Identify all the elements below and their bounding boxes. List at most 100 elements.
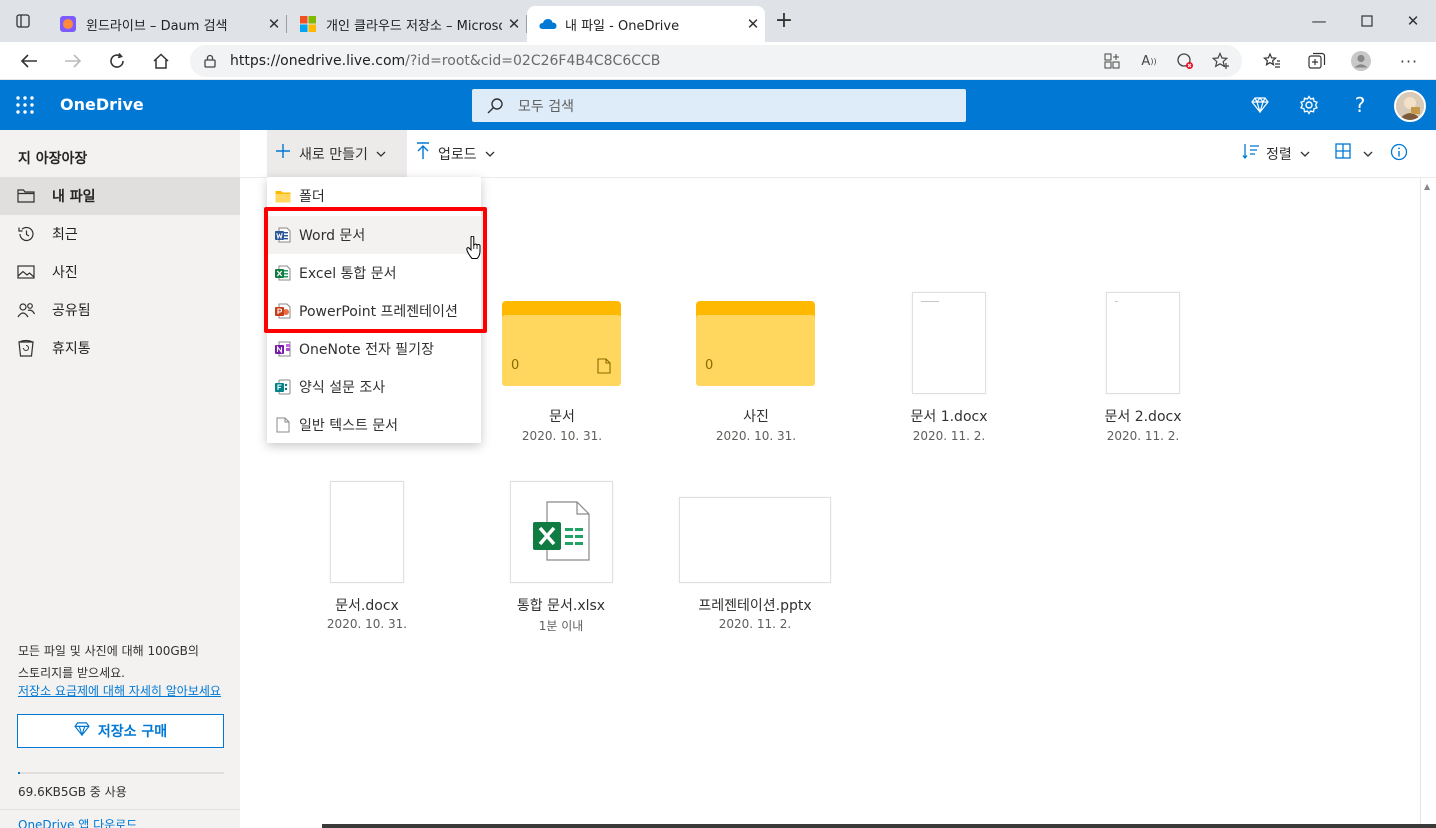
document-glyph-icon bbox=[597, 358, 611, 378]
premium-diamond-icon[interactable] bbox=[1247, 92, 1273, 118]
tab-title: 윈드라이브 – Daum 검색 bbox=[86, 18, 228, 34]
search-box[interactable]: 모두 검색 bbox=[472, 89, 966, 122]
file-date: 2020. 10. 31. bbox=[521, 429, 603, 443]
browser-nav-bar: https://onedrive.live.com/?id=root&cid=0… bbox=[0, 42, 1436, 80]
menu-item-onenote[interactable]: OneNote 전자 필기장 bbox=[267, 330, 481, 368]
folder-icon bbox=[0, 189, 52, 203]
more-options-icon[interactable]: ··· bbox=[1394, 46, 1424, 76]
excel-icon bbox=[533, 500, 591, 566]
new-label: 새로 만들기 bbox=[299, 146, 368, 163]
url-path: /?id=root&cid=02C26F4B4C8C6CCB bbox=[405, 53, 661, 69]
sidebar-item-label: 최근 bbox=[52, 227, 78, 243]
sidebar-item-label: 공유됨 bbox=[52, 303, 91, 319]
microsoft-icon bbox=[300, 16, 316, 32]
upload-button[interactable]: 업로드 bbox=[416, 130, 516, 177]
file-tile-docx[interactable]: 문서 2.docx 2020. 11. 2. bbox=[1068, 292, 1218, 452]
file-date: 2020. 11. 2. bbox=[1106, 429, 1180, 443]
browser-tab-microsoft[interactable]: 개인 클라우드 저장소 – Microsoft ✕ bbox=[288, 6, 527, 42]
app-launcher-icon[interactable] bbox=[15, 95, 35, 115]
sidebar-item-recycle-bin[interactable]: 휴지통 bbox=[0, 329, 240, 367]
download-app-link[interactable]: OneDrive 앱 다운로드 bbox=[18, 816, 137, 828]
file-name: 통합 문서.xlsx bbox=[516, 598, 606, 614]
search-icon bbox=[472, 97, 518, 115]
info-icon bbox=[1390, 143, 1408, 165]
file-tile-docx[interactable]: 문서.docx 2020. 10. 31. bbox=[292, 481, 442, 641]
recycle-bin-icon bbox=[0, 339, 52, 357]
forms-icon bbox=[267, 379, 299, 395]
back-button[interactable] bbox=[14, 46, 44, 76]
document-thumbnail bbox=[330, 481, 404, 583]
sidebar-item-recent[interactable]: 최근 bbox=[0, 215, 240, 253]
tracking-prevention-icon[interactable] bbox=[1170, 46, 1200, 76]
account-avatar[interactable] bbox=[1394, 90, 1426, 122]
close-icon[interactable]: ✕ bbox=[262, 15, 286, 33]
file-tile-xlsx[interactable]: 통합 문서.xlsx 1분 이내 bbox=[486, 481, 636, 641]
promo-line: 모든 파일 및 사진에 대해 100GB의 bbox=[18, 644, 199, 658]
left-navigation: 지 아장아장 내 파일 최근 사진 공유됨 휴지통 모든 파일 및 사진에 대해… bbox=[0, 130, 240, 828]
home-button[interactable] bbox=[146, 46, 176, 76]
collections-icon[interactable] bbox=[1302, 46, 1332, 76]
excel-thumbnail bbox=[510, 481, 613, 583]
plus-icon bbox=[275, 143, 291, 164]
red-highlight-annotation bbox=[264, 207, 487, 333]
hand-pointer-cursor-icon bbox=[466, 235, 482, 264]
profile-icon[interactable] bbox=[1346, 46, 1376, 76]
menu-item-text-file[interactable]: 일반 텍스트 문서 bbox=[267, 406, 481, 444]
lock-icon[interactable] bbox=[190, 54, 230, 68]
window-close-button[interactable]: ✕ bbox=[1390, 0, 1436, 42]
info-button[interactable] bbox=[1390, 130, 1410, 177]
sidebar-item-photos[interactable]: 사진 bbox=[0, 253, 240, 291]
menu-item-label: OneNote 전자 필기장 bbox=[299, 342, 434, 358]
onenote-icon bbox=[267, 341, 299, 357]
photo-icon bbox=[0, 265, 52, 279]
promo-line: 스토리지를 받으세요. bbox=[18, 666, 125, 680]
menu-item-forms[interactable]: 양식 설문 조사 bbox=[267, 368, 481, 406]
browser-tab-bar: 윈드라이브 – Daum 검색 ✕ 개인 클라우드 저장소 – Microsof… bbox=[0, 0, 1436, 42]
add-favorite-icon[interactable] bbox=[1206, 46, 1236, 76]
address-bar[interactable]: https://onedrive.live.com/?id=root&cid=0… bbox=[190, 45, 1242, 77]
tab-actions-icon[interactable] bbox=[0, 0, 46, 42]
file-tile-folder[interactable]: 0 사진 2020. 10. 31. bbox=[681, 292, 831, 452]
browser-tab-daum[interactable]: 윈드라이브 – Daum 검색 ✕ bbox=[48, 6, 287, 42]
file-tile-pptx[interactable]: 프레젠테이션.pptx 2020. 11. 2. bbox=[679, 481, 831, 641]
brand-title[interactable]: OneDrive bbox=[60, 95, 144, 114]
new-tab-button[interactable]: + bbox=[772, 10, 796, 34]
scroll-up-arrow-icon[interactable]: ▲ bbox=[1424, 182, 1430, 191]
file-tile-folder[interactable]: 0 문서 2020. 10. 31. bbox=[487, 292, 637, 452]
vertical-scrollbar[interactable] bbox=[1420, 178, 1436, 828]
command-bar: 새로 만들기 업로드 정렬 bbox=[240, 130, 1436, 178]
tab-title: 내 파일 - OneDrive bbox=[565, 18, 680, 34]
grid-view-icon bbox=[1335, 143, 1351, 164]
settings-gear-icon[interactable] bbox=[1296, 92, 1322, 118]
file-name: 사진 bbox=[743, 409, 769, 425]
folder-item-count: 0 bbox=[511, 358, 520, 373]
app-available-icon[interactable] bbox=[1097, 46, 1127, 76]
maximize-button[interactable] bbox=[1344, 0, 1390, 42]
file-name: 문서 1.docx bbox=[910, 409, 988, 425]
document-thumbnail bbox=[1106, 292, 1180, 394]
read-aloud-icon[interactable]: A)) bbox=[1134, 46, 1164, 76]
file-date: 2020. 11. 2. bbox=[912, 429, 986, 443]
favorites-icon[interactable] bbox=[1257, 46, 1287, 76]
browser-tab-onedrive[interactable]: 내 파일 - OneDrive ✕ bbox=[527, 6, 765, 42]
help-icon[interactable]: ? bbox=[1347, 92, 1373, 118]
upload-label: 업로드 bbox=[438, 146, 477, 163]
minimize-button[interactable]: — bbox=[1296, 0, 1342, 42]
storage-usage-text: 69.6KB5GB 중 사용 bbox=[18, 785, 127, 799]
storage-plans-link[interactable]: 저장소 요금제에 대해 자세히 알아보세요 bbox=[18, 682, 221, 699]
buy-storage-button[interactable]: 저장소 구매 bbox=[17, 714, 224, 748]
file-tile-docx[interactable]: 문서 1.docx 2020. 11. 2. bbox=[874, 292, 1024, 452]
file-date: 2020. 10. 31. bbox=[715, 429, 797, 443]
sidebar-item-shared[interactable]: 공유됨 bbox=[0, 291, 240, 329]
document-thumbnail bbox=[912, 292, 986, 394]
close-icon[interactable]: ✕ bbox=[741, 15, 765, 33]
presentation-thumbnail bbox=[679, 497, 831, 583]
new-button[interactable]: 새로 만들기 bbox=[267, 130, 407, 177]
sidebar-item-my-files[interactable]: 내 파일 bbox=[0, 177, 240, 215]
forward-button[interactable] bbox=[58, 46, 88, 76]
refresh-button[interactable] bbox=[102, 46, 132, 76]
sort-button[interactable]: 정렬 bbox=[1242, 130, 1322, 177]
chevron-down-icon bbox=[485, 147, 495, 160]
close-icon[interactable]: ✕ bbox=[502, 15, 526, 33]
view-options-button[interactable] bbox=[1335, 130, 1375, 177]
